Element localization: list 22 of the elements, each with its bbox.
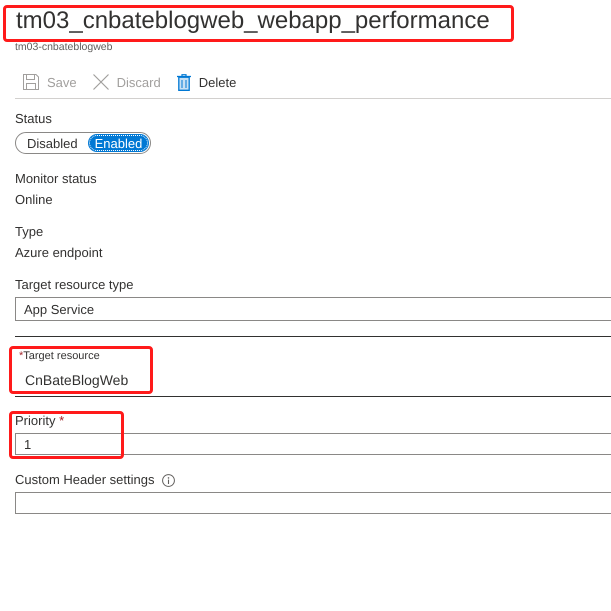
field-label: Target resource type [15, 277, 134, 293]
field-label: Monitor status [15, 171, 97, 187]
trash-icon [176, 74, 191, 90]
input-field[interactable]: CnBateBlogWeb [15, 371, 611, 389]
input-field[interactable] [15, 492, 611, 514]
field-value: Azure endpoint [15, 245, 102, 261]
field-label: Status [15, 111, 52, 127]
toggle-option[interactable]: Enabled [88, 134, 150, 152]
field-label: Type [15, 224, 44, 240]
page-subtitle: tm03-cnbateblogweb [15, 40, 112, 54]
field-label: Custom Header settings [15, 472, 154, 488]
info-icon[interactable] [162, 474, 176, 486]
close-icon [92, 74, 109, 90]
field-value: Online [15, 192, 53, 208]
page-title: tm03_cnbateblogweb_webapp_performance [16, 6, 490, 36]
delete-button[interactable]: Delete [168, 71, 244, 93]
field-label: *Target resource [18, 350, 100, 362]
input-field[interactable]: App Service [15, 297, 611, 321]
save-icon [23, 74, 39, 90]
toggle-option[interactable]: Disabled [17, 134, 88, 152]
field-label: Priority * [15, 413, 64, 429]
input-field[interactable]: 1 [15, 433, 611, 455]
